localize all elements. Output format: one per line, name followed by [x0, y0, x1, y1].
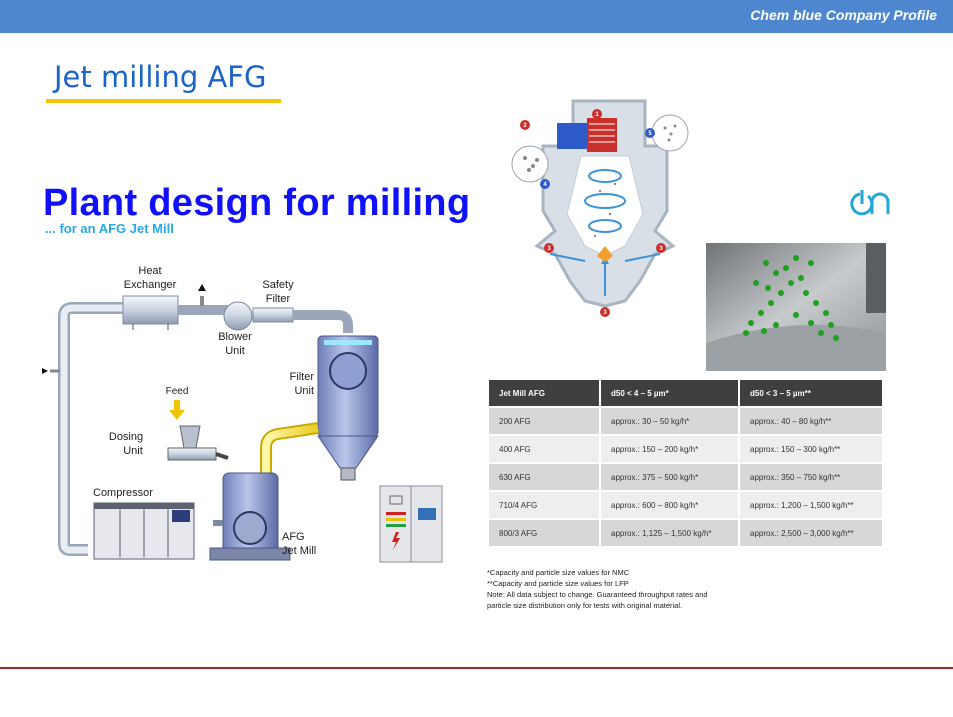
cell-lfp: approx.: 350 – 750 kg/h**: [740, 464, 882, 490]
label-heat-exchanger: Heat: [138, 265, 161, 277]
label-dosing-2: Unit: [123, 445, 143, 457]
label-filter-unit: Filter: [290, 371, 315, 383]
cell-nmc: approx.: 1,125 – 1,500 kg/h*: [601, 520, 738, 546]
label-feed: Feed: [166, 386, 189, 397]
note-nmc: *Capacity and particle size values for N…: [487, 568, 630, 577]
footer-divider: [0, 667, 953, 669]
note-disclaimer: Note: All data subject to change. Guaran…: [487, 590, 708, 599]
capacity-table: Jet Mill AFG d50 < 4 – 5 µm* d50 < 3 – 5…: [487, 378, 884, 548]
blower-unit: [223, 301, 253, 331]
heat-exchanger: [122, 295, 179, 325]
label-safety-filter: Safety: [262, 279, 294, 291]
label-filter-unit-2: Unit: [294, 385, 314, 397]
table-row: 630 AFG approx.: 375 – 500 kg/h* approx.…: [489, 464, 882, 490]
section-title: Jet milling AFG: [54, 60, 267, 94]
cell-model: 710/4 AFG: [489, 492, 599, 518]
cyclone-mill-diagram: 1 2 3 3 3 4 5: [511, 99, 689, 317]
table-header-row: Jet Mill AFG d50 < 4 – 5 µm* d50 < 3 – 5…: [489, 380, 882, 406]
table-row: 200 AFG approx.: 30 – 50 kg/h* approx.: …: [489, 408, 882, 434]
cell-nmc: approx.: 600 – 800 kg/h*: [601, 492, 738, 518]
note-lfp: **Capacity and particle size values for …: [487, 579, 629, 588]
cell-model: 200 AFG: [489, 408, 599, 434]
cell-lfp: approx.: 1,200 – 1,500 kg/h**: [740, 492, 882, 518]
label-blower-2: Unit: [225, 345, 245, 357]
plant-subheading: ... for an AFG Jet Mill: [45, 221, 174, 236]
company-profile-label: Chem blue Company Profile: [750, 7, 937, 23]
note-disclaimer-2: particle size distribution only for test…: [487, 601, 683, 610]
label-safety-filter-2: Filter: [266, 293, 291, 305]
header-bar: Chem blue Company Profile: [0, 0, 953, 33]
header-d50-nmc: d50 < 4 – 5 µm*: [601, 380, 738, 406]
header-d50-lfp: d50 < 3 – 5 µm**: [740, 380, 882, 406]
label-compressor: Compressor: [93, 487, 153, 499]
cell-lfp: approx.: 2,500 – 3,000 kg/h**: [740, 520, 882, 546]
cell-nmc: approx.: 30 – 50 kg/h*: [601, 408, 738, 434]
cell-lfp: approx.: 150 – 300 kg/h**: [740, 436, 882, 462]
cell-model: 400 AFG: [489, 436, 599, 462]
cell-nmc: approx.: 375 – 500 kg/h*: [601, 464, 738, 490]
cell-nmc: approx.: 150 – 200 kg/h*: [601, 436, 738, 462]
title-underline: [46, 99, 281, 103]
cell-model: 800/3 AFG: [489, 520, 599, 546]
plant-schematic-diagram: Heat Exchanger Safety Filter Blower Unit…: [42, 265, 443, 563]
label-blower: Blower: [218, 331, 252, 343]
particle-simulation-image: [706, 243, 886, 371]
safety-filter: [252, 307, 294, 323]
brand-logo-icon: [850, 190, 890, 216]
label-jet-mill: Jet Mill: [282, 545, 316, 557]
table-row: 710/4 AFG approx.: 600 – 800 kg/h* appro…: [489, 492, 882, 518]
cell-model: 630 AFG: [489, 464, 599, 490]
label-heat-exchanger-2: Exchanger: [124, 279, 177, 291]
table-row: 400 AFG approx.: 150 – 200 kg/h* approx.…: [489, 436, 882, 462]
table-notes: *Capacity and particle size values for N…: [487, 567, 708, 611]
plant-heading: Plant design for milling: [43, 182, 471, 224]
dosing-hopper: [179, 425, 201, 449]
header-jet-mill: Jet Mill AFG: [489, 380, 599, 406]
label-afg: AFG: [282, 531, 305, 543]
label-dosing: Dosing: [109, 431, 143, 443]
table-row: 800/3 AFG approx.: 1,125 – 1,500 kg/h* a…: [489, 520, 882, 546]
cell-lfp: approx.: 40 – 80 kg/h**: [740, 408, 882, 434]
